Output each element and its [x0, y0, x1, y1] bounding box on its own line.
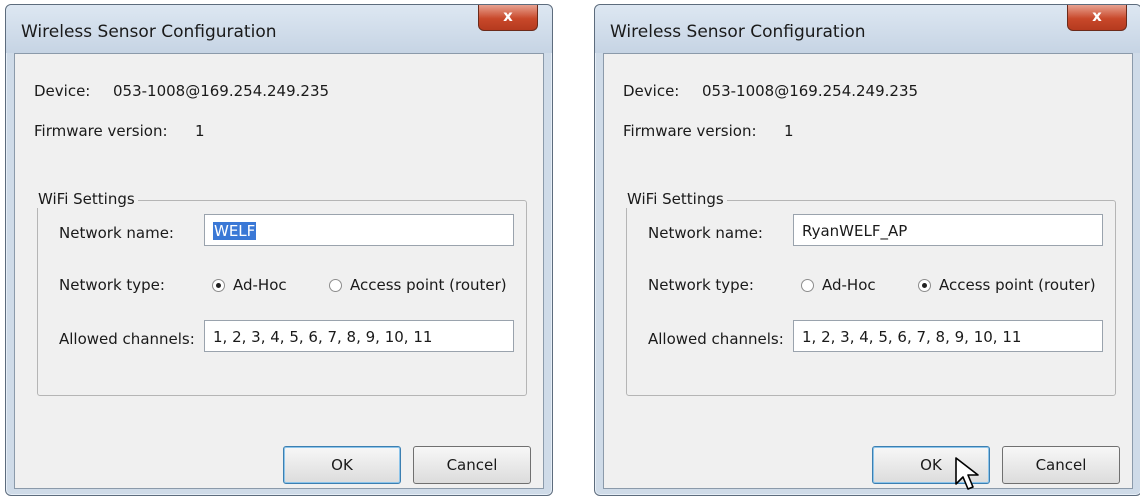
dialog-body: Device: 053-1008@169.254.249.235 Firmwar…	[14, 53, 544, 489]
dialog-body: Device: 053-1008@169.254.249.235 Firmwar…	[603, 53, 1133, 490]
title-bar: Wireless Sensor Configuration x	[595, 5, 1140, 53]
radio-access-point[interactable]: Access point (router)	[329, 276, 507, 294]
network-name-input[interactable]: WELF	[204, 214, 514, 246]
radio-adhoc-label: Ad-Hoc	[233, 276, 287, 294]
title-bar: Wireless Sensor Configuration x	[6, 5, 552, 53]
allowed-channels-label: Allowed channels:	[59, 330, 195, 348]
allowed-channels-value: 1, 2, 3, 4, 5, 6, 7, 8, 9, 10, 11	[802, 328, 1022, 346]
close-icon: x	[503, 7, 513, 25]
cancel-button[interactable]: Cancel	[1002, 446, 1120, 484]
radio-access-point-label: Access point (router)	[350, 276, 507, 294]
wifi-settings-title: WiFi Settings	[35, 190, 138, 208]
allowed-channels-input[interactable]: 1, 2, 3, 4, 5, 6, 7, 8, 9, 10, 11	[204, 320, 514, 352]
radio-adhoc[interactable]: Ad-Hoc	[801, 276, 876, 294]
radio-adhoc[interactable]: Ad-Hoc	[212, 276, 287, 294]
network-name-input[interactable]: RyanWELF_AP	[793, 214, 1103, 246]
allowed-channels-label: Allowed channels:	[648, 330, 784, 348]
wireless-sensor-dialog-right: Wireless Sensor Configuration x Device: …	[594, 4, 1140, 496]
network-name-label: Network name:	[59, 224, 174, 242]
firmware-label: Firmware version:	[34, 122, 168, 140]
radio-indicator-access-point	[329, 278, 342, 292]
network-name-value: RyanWELF_AP	[802, 222, 908, 240]
network-name-label: Network name:	[648, 224, 763, 242]
radio-access-point-label: Access point (router)	[939, 276, 1096, 294]
firmware-value: 1	[784, 122, 794, 140]
dialog-title: Wireless Sensor Configuration	[21, 22, 277, 42]
firmware-value: 1	[195, 122, 205, 140]
wifi-settings-title: WiFi Settings	[624, 190, 727, 208]
device-value: 053-1008@169.254.249.235	[113, 82, 330, 100]
network-type-label: Network type:	[648, 276, 754, 294]
allowed-channels-input[interactable]: 1, 2, 3, 4, 5, 6, 7, 8, 9, 10, 11	[793, 320, 1103, 352]
device-label: Device:	[623, 82, 680, 100]
radio-access-point[interactable]: Access point (router)	[918, 276, 1096, 294]
firmware-label: Firmware version:	[623, 122, 757, 140]
cancel-button[interactable]: Cancel	[413, 446, 531, 484]
radio-indicator-adhoc	[801, 278, 814, 292]
device-label: Device:	[34, 82, 91, 100]
radio-indicator-access-point	[918, 278, 931, 292]
network-name-value: WELF	[213, 222, 257, 240]
close-button[interactable]: x	[478, 5, 538, 31]
dialog-title: Wireless Sensor Configuration	[610, 22, 866, 42]
ok-button[interactable]: OK	[283, 446, 401, 484]
device-value: 053-1008@169.254.249.235	[702, 82, 919, 100]
mouse-pointer-icon	[955, 457, 979, 490]
wireless-sensor-dialog-left: Wireless Sensor Configuration x Device: …	[5, 4, 553, 496]
close-button[interactable]: x	[1067, 5, 1127, 31]
allowed-channels-value: 1, 2, 3, 4, 5, 6, 7, 8, 9, 10, 11	[213, 328, 433, 346]
radio-indicator-adhoc	[212, 278, 225, 292]
close-icon: x	[1092, 7, 1102, 25]
radio-adhoc-label: Ad-Hoc	[822, 276, 876, 294]
network-type-label: Network type:	[59, 276, 165, 294]
